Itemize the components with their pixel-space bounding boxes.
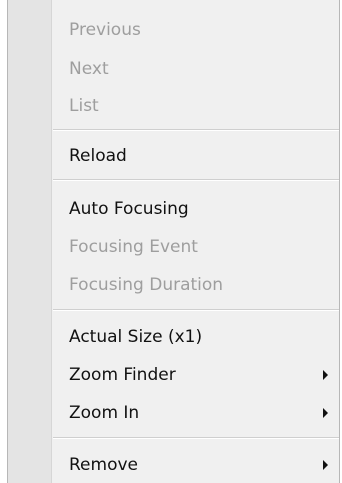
menu-item-focusing-event: Focusing Event	[53, 229, 339, 265]
menu-item-label: Reload	[69, 146, 127, 166]
menu-icon-gutter	[8, 0, 52, 483]
menu-item-list: List	[53, 88, 339, 124]
menu-item-label: Actual Size (x1)	[69, 327, 203, 347]
menu-item-label: Zoom In	[69, 403, 140, 423]
menu-item-focusing-duration: Focusing Duration	[53, 267, 339, 303]
menu-separator	[53, 129, 339, 131]
menu-separator	[53, 179, 339, 181]
menu-item-label: Previous	[69, 20, 141, 40]
submenu-arrow-icon	[323, 460, 328, 470]
menu-item-actual-size[interactable]: Actual Size (x1)	[53, 319, 339, 355]
menu-item-zoom-finder[interactable]: Zoom Finder	[53, 357, 339, 393]
menu-item-label: Focusing Event	[69, 237, 198, 257]
menu-item-next: Next	[53, 51, 339, 87]
menu-separator	[53, 437, 339, 439]
menu-item-auto-focusing[interactable]: Auto Focusing	[53, 191, 339, 227]
submenu-arrow-icon	[323, 370, 328, 380]
menu-item-zoom-in[interactable]: Zoom In	[53, 395, 339, 431]
submenu-arrow-icon	[323, 408, 328, 418]
context-menu: Previous Next List Reload Auto Focusing …	[7, 0, 340, 483]
menu-item-label: List	[69, 96, 99, 116]
menu-item-previous: Previous	[53, 12, 339, 48]
menu-item-reload[interactable]: Reload	[53, 138, 339, 174]
menu-item-label: Next	[69, 59, 109, 79]
menu-item-label: Auto Focusing	[69, 199, 189, 219]
menu-item-label: Zoom Finder	[69, 365, 176, 385]
menu-item-label: Focusing Duration	[69, 275, 224, 295]
menu-item-remove[interactable]: Remove	[53, 447, 339, 483]
menu-separator	[53, 309, 339, 311]
menu-item-label: Remove	[69, 455, 138, 475]
